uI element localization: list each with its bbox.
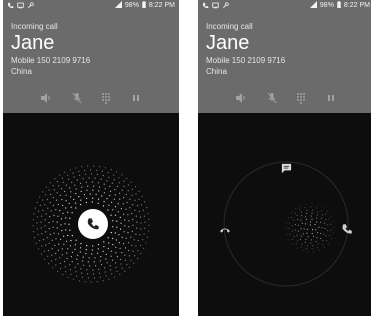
hold-icon[interactable] <box>325 92 337 104</box>
mute-mic-icon[interactable] <box>266 92 278 104</box>
mute-mic-icon[interactable] <box>71 92 83 104</box>
phone-icon <box>87 218 99 230</box>
caller-location: China <box>206 67 227 76</box>
battery-icon <box>337 1 341 10</box>
battery-percent: 98% <box>319 2 334 9</box>
caller-name: Jane <box>11 32 55 54</box>
dialpad-icon[interactable] <box>100 92 112 104</box>
clock: 8:22 PM <box>343 2 370 9</box>
call-header: 98% 8:22 PM Incoming call Jane Mobile 15… <box>3 0 179 113</box>
clock: 8:22 PM <box>148 2 175 9</box>
caller-name: Jane <box>206 32 250 54</box>
wrench-notification-icon <box>27 2 34 9</box>
message-reply-icon[interactable] <box>281 161 292 179</box>
incoming-call-screen-right: 98% 8:22 PM Incoming call Jane Mobile 15… <box>198 0 371 316</box>
incoming-call-label: Incoming call <box>11 22 58 31</box>
answer-call-button[interactable] <box>78 209 108 239</box>
battery-icon <box>142 1 146 10</box>
status-bar: 98% 8:22 PM <box>3 0 179 12</box>
call-header: 98% 8:22 PM Incoming call Jane Mobile 15… <box>198 0 371 113</box>
in-call-controls <box>198 88 371 108</box>
wrench-notification-icon <box>222 2 229 9</box>
decline-call-icon[interactable] <box>219 223 231 241</box>
signal-icon <box>114 1 122 10</box>
phone-notification-icon <box>202 2 209 9</box>
screen-notification-icon <box>17 2 24 9</box>
status-bar: 98% 8:22 PM <box>198 0 371 12</box>
battery-percent: 98% <box>124 2 139 9</box>
incoming-call-screen-left: 98% 8:22 PM Incoming call Jane Mobile 15… <box>3 0 179 316</box>
screen-notification-icon <box>212 2 219 9</box>
caller-number: Mobile 150 2109 9716 <box>11 56 91 65</box>
hold-icon[interactable] <box>130 92 142 104</box>
signal-icon <box>309 1 317 10</box>
caller-number: Mobile 150 2109 9716 <box>206 56 286 65</box>
speaker-icon[interactable] <box>40 92 52 104</box>
phone-notification-icon <box>7 2 14 9</box>
in-call-controls <box>3 88 179 108</box>
speaker-icon[interactable] <box>235 92 247 104</box>
caller-location: China <box>11 67 32 76</box>
incoming-call-label: Incoming call <box>206 22 253 31</box>
dialpad-icon[interactable] <box>295 92 307 104</box>
answer-call-icon[interactable] <box>341 222 353 240</box>
